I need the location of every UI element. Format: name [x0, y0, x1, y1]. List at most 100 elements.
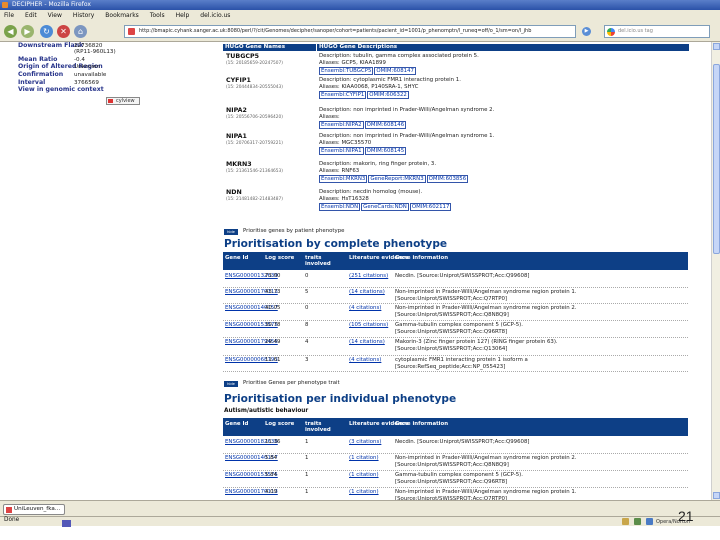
cell-evidence[interactable]: (1 citation) [349, 472, 379, 479]
detail-label: View in genomic context [18, 86, 104, 93]
gene-info: Necdin. [Source:Uniprot/SWISSPROT;Acc:Q9… [395, 273, 530, 279]
gene-link[interactable]: OMIM:603856 [426, 175, 469, 183]
stop-icon[interactable]: ✕ [57, 25, 70, 38]
gene-position: (15: 20556706-20596420) [226, 115, 283, 120]
column-header: Gene Id [225, 255, 249, 261]
search-engine-icon [607, 28, 615, 36]
cell-traits: 1 [305, 472, 309, 478]
vertical-scrollbar[interactable] [711, 42, 720, 500]
hide-toggle-1[interactable]: hide [224, 229, 238, 235]
table-row: ENSG00000140157 5.84 1 (1 citation) Non-impr… [223, 454, 688, 471]
scroll-thumb[interactable] [713, 64, 720, 254]
gene-name[interactable]: CYFIP1 [226, 77, 251, 84]
gene-aliases: Aliases: KIAA0068, P140SRA-1, SHYC [319, 84, 419, 90]
url-bar[interactable]: http://bmapic.cyhank.sanger.ac.uk:8080/p… [124, 25, 576, 38]
menu-item-1[interactable]: Edit [25, 12, 37, 19]
gene-name[interactable]: MKRN3 [226, 161, 252, 168]
gene-names-header: HUGO Gene Names [223, 44, 316, 51]
cell-evidence[interactable]: (4 citations) [349, 305, 381, 312]
table-header: Gene Id Log score traits involved Literatur… [223, 252, 688, 270]
column-header: traits involved [305, 421, 331, 434]
column-header: Log score [265, 255, 295, 261]
gene-aliases: Aliases: GCP5, KIAA1899 [319, 60, 386, 66]
tray-icon-2[interactable] [634, 518, 641, 525]
cell-evidence[interactable]: (1 citation) [349, 489, 379, 496]
gene-link[interactable]: OMIM:602117 [409, 203, 452, 211]
gene-link[interactable]: OMIM:608147 [374, 67, 416, 75]
menu-item-7[interactable]: del.icio.us [200, 12, 230, 19]
gene-link[interactable]: GeneReport:MKRN3 [368, 175, 426, 183]
search-input[interactable]: del.icio.us tag [604, 25, 710, 38]
table-row: ENSG00000170113 43.73 5 (14 citations) Non-i… [223, 288, 688, 304]
taskbar-tab[interactable]: UniLeuven_fka... [3, 504, 65, 515]
gene-description: Description: necdin homolog (mouse). [319, 189, 423, 195]
gene-info: cytoplasmic FMR1 interacting protein 1 i… [395, 357, 528, 363]
gene-position: (15: 21361546-21364653) [226, 169, 283, 174]
gene-name[interactable]: NDN [226, 189, 242, 196]
go-icon[interactable]: ▶ [582, 27, 591, 36]
cell-score: 4.09 [265, 489, 278, 495]
scroll-up-arrow[interactable] [713, 43, 720, 50]
slide-footer [0, 526, 720, 540]
cell-traits: 1 [305, 489, 309, 495]
menu-item-6[interactable]: Help [176, 12, 190, 19]
menu-item-3[interactable]: History [73, 12, 94, 19]
gene-aliases: Aliases: MGC35570 [319, 140, 372, 146]
back-arrow-icon[interactable]: ◀ [4, 25, 17, 38]
cell-evidence[interactable]: (14 citations) [349, 289, 385, 296]
reload-icon[interactable]: ↻ [40, 25, 53, 38]
detail-label: Interval [18, 79, 46, 86]
tray-icon-1[interactable] [622, 518, 629, 525]
gene-position: (15: 20185659-20247507) [226, 61, 283, 66]
status-done: Done [4, 517, 20, 523]
gene-link[interactable]: GeneCards:NDN [361, 203, 409, 211]
tray-icon-3[interactable] [646, 518, 653, 525]
menu-item-0[interactable]: File [4, 12, 14, 19]
gene-link[interactable]: Ensembl:NDN [319, 203, 361, 211]
menu-item-2[interactable]: View [48, 12, 62, 19]
home-icon[interactable]: ⌂ [74, 25, 87, 38]
column-header: traits involved [305, 255, 331, 268]
gene-name[interactable]: NIPA1 [226, 133, 247, 140]
gene-link[interactable]: Ensembl:CYFIP1 [319, 91, 367, 99]
gene-link[interactable]: OMIM:608145 [364, 147, 407, 155]
slide-number: 21 [678, 508, 694, 524]
gene-description: Description: non imprinted in Prader-Wil… [319, 133, 495, 139]
detail-label: Mean Ratio [18, 56, 58, 63]
gene-link[interactable]: OMIM:608146 [364, 121, 407, 129]
gene-link[interactable]: OMIM:606322 [367, 91, 409, 99]
cell-traits: 1 [305, 455, 309, 461]
cell-evidence[interactable]: (251 citations) [349, 273, 388, 280]
detail-value: 3766569 [74, 79, 99, 86]
detail-value: (RP11-960L13) [74, 48, 116, 55]
gene-links: Ensembl:NIPA2 OMIM:608146 [319, 121, 407, 129]
cell-evidence[interactable]: (3 citations) [349, 439, 381, 446]
forward-arrow-icon[interactable]: ▶ [21, 25, 34, 38]
gene-info: [Source:Uniprot/SWISSPROT;Acc:Q96RT8] [395, 328, 508, 335]
cell-traits: 0 [305, 273, 309, 279]
window-title: DECIPHER - Mozilla Firefox [12, 1, 91, 8]
cell-evidence[interactable]: (4 citations) [349, 357, 381, 364]
table-row: ENSG00000179455 29.49 4 (14 citations) Makor… [223, 338, 688, 356]
gene-name[interactable]: NIPA2 [226, 107, 247, 114]
hide-toggle-2[interactable]: hide [224, 381, 238, 387]
cell-evidence[interactable]: (1 citation) [349, 455, 379, 462]
table-row: ENSG00000068793 11.61 3 (4 citations) cytopl… [223, 356, 688, 372]
gene-description: Description: cytoplasmic FMR1 interactin… [319, 77, 461, 83]
cell-evidence[interactable]: (105 citations) [349, 322, 388, 329]
cell-score: 5.84 [265, 455, 278, 461]
cell-traits: 4 [305, 339, 309, 345]
cylview-link[interactable]: cylview [106, 97, 140, 105]
gene-link[interactable]: Ensembl:MKRN3 [319, 175, 368, 183]
cell-score: 11.36 [265, 439, 281, 445]
scroll-down-arrow[interactable] [713, 492, 720, 499]
gene-link[interactable]: Ensembl:NIPA1 [319, 147, 364, 155]
gene-name[interactable]: TUBGCP5 [226, 53, 259, 60]
gene-info: [Source:Uniprot/SWISSPROT;Acc:Q7RTP0] [395, 295, 508, 302]
prioritise-by-patient-label: Prioritise genes by patient phenotype [243, 228, 345, 234]
gene-link[interactable]: Ensembl:TUBGCP5 [319, 67, 374, 75]
menu-item-5[interactable]: Tools [150, 12, 165, 19]
gene-link[interactable]: Ensembl:NIPA2 [319, 121, 364, 129]
cell-evidence[interactable]: (14 citations) [349, 339, 385, 346]
menu-item-4[interactable]: Bookmarks [105, 12, 139, 19]
